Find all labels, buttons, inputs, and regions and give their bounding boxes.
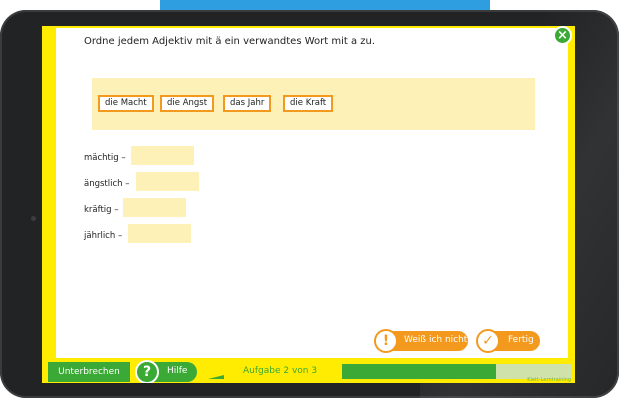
exercise-panel: Ordne jedem Adjektiv mit ä ein verwandte… (56, 28, 568, 358)
answer-field[interactable] (131, 146, 194, 165)
adjective-label: jährlich – (84, 231, 123, 241)
help-label: Hilfe (167, 366, 188, 376)
word-chip[interactable]: die Macht (98, 95, 154, 112)
dont-know-button[interactable]: ! Weiß ich nicht (374, 329, 470, 353)
adjective-label: mächtig – (84, 153, 126, 163)
answer-field[interactable] (136, 172, 199, 191)
logo-mark-icon (208, 375, 224, 379)
done-button[interactable]: ✓ Fertig (476, 329, 542, 353)
adjective-label: kräftig – (84, 205, 119, 215)
question-icon: ? (135, 360, 159, 383)
help-button[interactable]: ? Hilfe (135, 360, 197, 383)
done-label: Fertig (508, 335, 534, 345)
camera-icon (31, 216, 36, 221)
answer-field[interactable] (123, 198, 186, 217)
exclamation-icon: ! (374, 329, 398, 353)
task-counter: Aufgabe 2 von 3 (243, 366, 318, 376)
publisher-logo: Klett-Lerntraining (527, 377, 571, 383)
dont-know-label: Weiß ich nicht (404, 335, 468, 345)
answer-field[interactable] (128, 224, 191, 243)
footer-bar: Unterbrechen ? Hilfe Aufgabe 2 von 3 Kle… (42, 360, 575, 383)
task-instruction: Ordne jedem Adjektiv mit ä ein verwandte… (84, 36, 376, 47)
word-chip[interactable]: die Angst (160, 95, 215, 112)
word-bank: die Macht die Angst das Jahr die Kraft (92, 78, 535, 130)
word-chip[interactable]: die Kraft (283, 95, 334, 112)
interrupt-button[interactable]: Unterbrechen (48, 362, 130, 382)
adjective-label: ängstlich – (84, 179, 130, 189)
app-screen: Ordne jedem Adjektiv mit ä ein verwandte… (42, 26, 575, 383)
progress-fill (342, 364, 497, 379)
word-chip[interactable]: das Jahr (223, 95, 272, 112)
close-icon[interactable]: × (553, 26, 572, 45)
checkmark-icon: ✓ (476, 329, 500, 353)
